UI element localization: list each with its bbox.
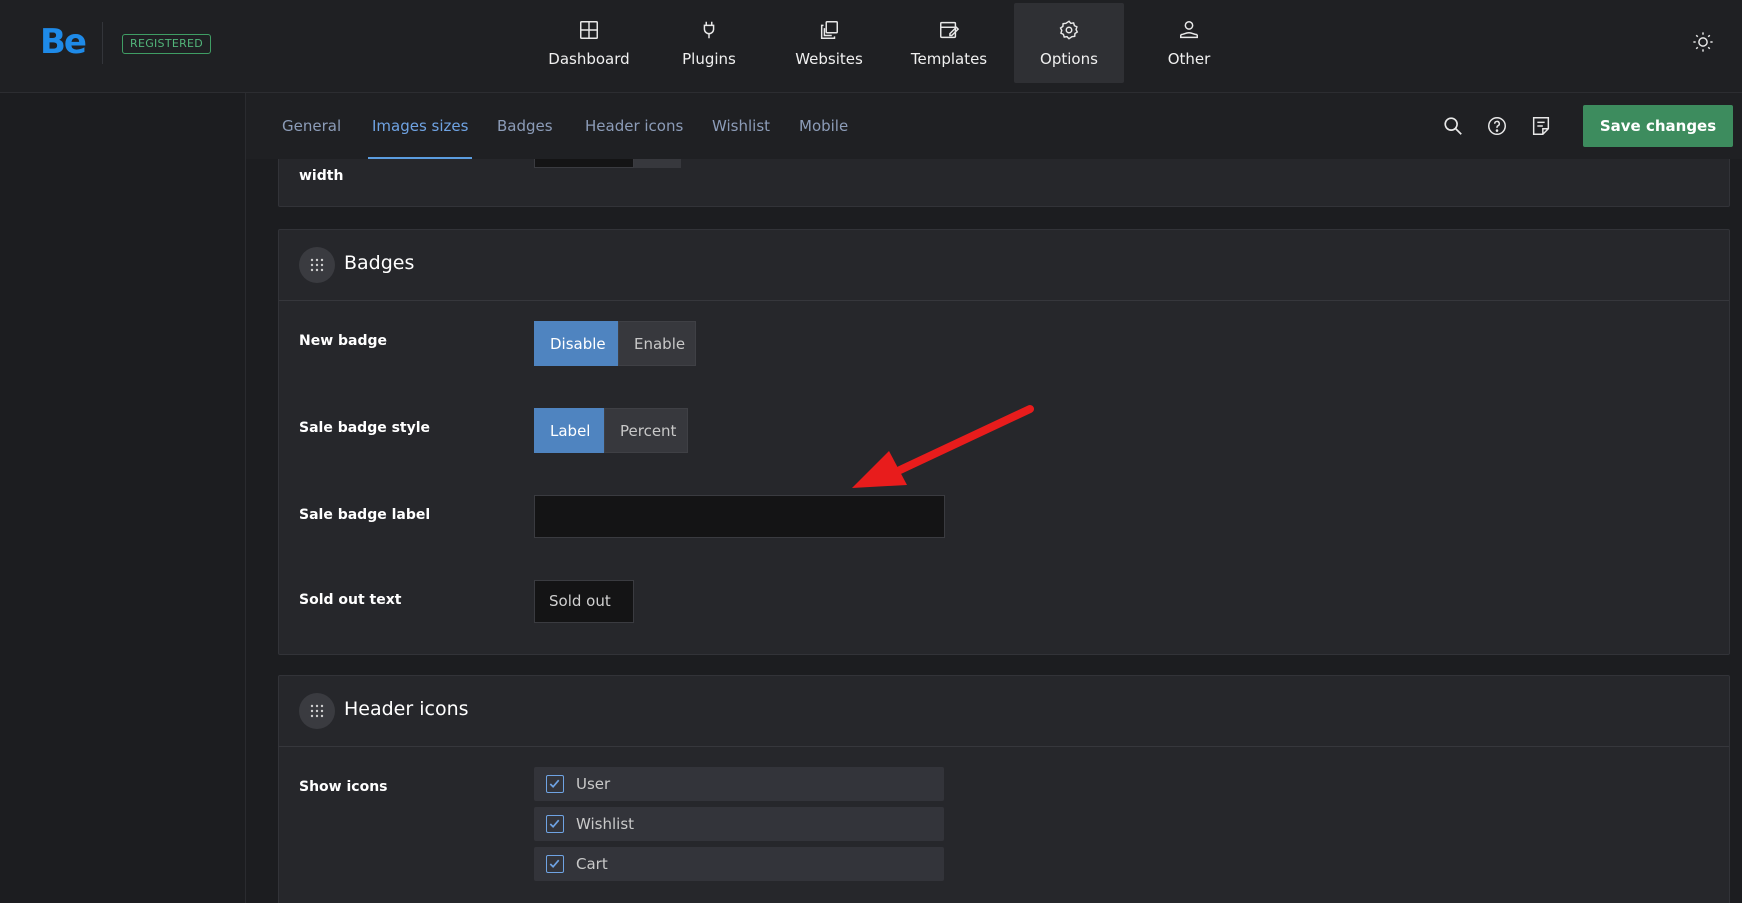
nav-templates-label: Templates	[910, 50, 988, 68]
main-nav: Dashboard Plugins Websites Templates Opt…	[534, 3, 1254, 83]
sale-badge-label-label: Sale badge label	[299, 507, 431, 523]
sale-style-label-button[interactable]: Label	[534, 408, 604, 453]
check-icon	[549, 859, 560, 869]
sold-out-text-input[interactable]: Sold out	[534, 580, 634, 623]
header-icons-title: Header icons	[344, 698, 469, 720]
options-tab-bar: General Images sizes Badges Header icons…	[246, 93, 1742, 159]
help-icon[interactable]	[1486, 115, 1508, 137]
drag-handle[interactable]	[299, 693, 335, 729]
nav-plugins[interactable]: Plugins	[654, 3, 764, 83]
badges-title: Badges	[344, 252, 415, 274]
websites-icon	[820, 21, 838, 39]
left-sidebar	[0, 93, 246, 903]
tab-images-sizes[interactable]: Images sizes	[367, 93, 473, 159]
width-unit	[634, 159, 681, 168]
nav-dashboard-label: Dashboard	[548, 50, 630, 68]
options-content: width Badges New badge Disable Enable Sa…	[246, 159, 1742, 903]
notes-icon[interactable]	[1530, 115, 1552, 137]
be-logo[interactable]: Be	[40, 22, 87, 62]
user-checkbox-label: User	[576, 775, 611, 793]
templates-icon	[940, 21, 960, 39]
search-icon[interactable]	[1442, 115, 1464, 137]
new-badge-label: New badge	[299, 333, 388, 349]
sale-badge-style-toggle: Label Percent	[534, 408, 688, 453]
top-bar: Be REGISTERED Dashboard Plugins Websites	[0, 0, 1742, 93]
nav-plugins-label: Plugins	[682, 50, 736, 68]
width-input[interactable]	[534, 159, 634, 168]
nav-dashboard[interactable]: Dashboard	[534, 3, 644, 83]
drag-handle[interactable]	[299, 247, 335, 283]
user-checkbox[interactable]	[546, 775, 564, 793]
wishlist-checkbox[interactable]	[546, 815, 564, 833]
sale-badge-style-label: Sale badge style	[299, 420, 431, 436]
save-changes-button[interactable]: Save changes	[1583, 105, 1733, 147]
nav-websites-label: Websites	[795, 50, 863, 68]
new-badge-toggle: Disable Enable	[534, 321, 696, 366]
other-icon	[1180, 21, 1198, 39]
tab-general[interactable]: General	[282, 93, 341, 159]
check-icon	[549, 819, 560, 829]
cart-checkbox-label: Cart	[576, 855, 608, 873]
check-icon	[549, 779, 560, 789]
new-badge-enable-button[interactable]: Enable	[618, 321, 696, 366]
nav-other-label: Other	[1167, 50, 1211, 68]
show-icons-label: Show icons	[299, 779, 388, 795]
badges-card: Badges New badge Disable Enable Sale bad…	[278, 229, 1730, 655]
sale-style-percent-button[interactable]: Percent	[604, 408, 688, 453]
logo-divider	[102, 22, 103, 64]
width-label: width	[299, 168, 344, 184]
sale-badge-label-input[interactable]	[534, 495, 945, 538]
header-icons-card: Header icons Show icons User Wishlist Ca…	[278, 675, 1730, 903]
new-badge-disable-button[interactable]: Disable	[534, 321, 618, 366]
show-icon-cart[interactable]: Cart	[534, 847, 944, 881]
drag-dots-icon	[310, 704, 324, 718]
cart-checkbox[interactable]	[546, 855, 564, 873]
tab-wishlist[interactable]: Wishlist	[712, 93, 770, 159]
show-icon-wishlist[interactable]: Wishlist	[534, 807, 944, 841]
tab-mobile[interactable]: Mobile	[799, 93, 848, 159]
nav-templates[interactable]: Templates	[894, 3, 1004, 83]
show-icon-user[interactable]: User	[534, 767, 944, 801]
drag-dots-icon	[310, 258, 324, 272]
tab-badges[interactable]: Badges	[497, 93, 553, 159]
sold-out-text-label: Sold out text	[299, 592, 402, 608]
nav-options-label: Options	[1040, 50, 1098, 68]
theme-toggle-sun-icon[interactable]	[1692, 31, 1714, 53]
nav-websites[interactable]: Websites	[774, 3, 884, 83]
wishlist-checkbox-label: Wishlist	[576, 815, 635, 833]
images-sizes-card: width	[278, 159, 1730, 207]
dashboard-icon	[580, 21, 598, 39]
nav-other[interactable]: Other	[1134, 3, 1244, 83]
nav-options[interactable]: Options	[1014, 3, 1124, 83]
gear-icon	[1059, 20, 1079, 40]
plug-icon	[703, 21, 715, 39]
registered-badge: REGISTERED	[122, 34, 212, 54]
tab-header-icons[interactable]: Header icons	[585, 93, 683, 159]
badges-card-header: Badges	[279, 230, 1729, 301]
header-icons-card-header: Header icons	[279, 676, 1729, 747]
